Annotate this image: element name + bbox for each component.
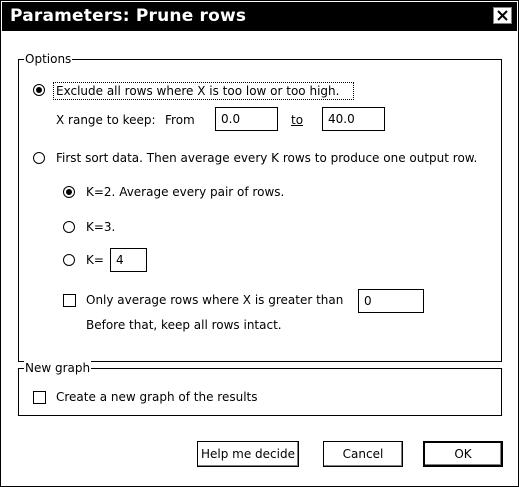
new-graph-group-legend: New graph <box>24 361 92 375</box>
to-label: to <box>291 113 304 127</box>
from-input[interactable]: 0.0 <box>215 107 278 131</box>
close-button[interactable] <box>493 7 512 24</box>
ok-button[interactable]: OK <box>423 441 503 467</box>
only-average-checkbox[interactable] <box>63 294 76 307</box>
k2-radio[interactable] <box>63 186 75 198</box>
dialog-title: Parameters: Prune rows <box>10 6 247 26</box>
ok-label: OK <box>454 447 472 461</box>
prune-rows-dialog: Parameters: Prune rows Options Exclude a… <box>0 0 519 487</box>
x-range-label: X range to keep: <box>56 113 156 127</box>
only-average-input[interactable]: 0 <box>358 289 424 313</box>
create-graph-label[interactable]: Create a new graph of the results <box>56 389 258 405</box>
from-label: From <box>165 113 195 127</box>
only-average-note: Before that, keep all rows intact. <box>86 318 282 332</box>
k3-radio[interactable] <box>63 221 75 233</box>
exclude-rows-label[interactable]: Exclude all rows where X is too low or t… <box>56 83 339 99</box>
cancel-button[interactable]: Cancel <box>323 441 403 467</box>
options-group-legend: Options <box>24 52 73 66</box>
average-rows-radio[interactable] <box>33 152 45 164</box>
k2-label[interactable]: K=2. Average every pair of rows. <box>86 184 284 200</box>
k-custom-label[interactable]: K= <box>86 252 104 268</box>
close-icon <box>497 10 508 21</box>
k-custom-radio[interactable] <box>63 254 75 266</box>
help-me-decide-label: Help me decide <box>201 447 295 461</box>
title-bar[interactable]: Parameters: Prune rows <box>2 2 517 31</box>
k-custom-input[interactable]: 4 <box>110 248 147 272</box>
cancel-label: Cancel <box>342 447 384 461</box>
create-graph-checkbox[interactable] <box>33 391 46 404</box>
only-average-label[interactable]: Only average rows where X is greater tha… <box>86 292 343 308</box>
k3-label[interactable]: K=3. <box>86 219 115 235</box>
help-me-decide-button[interactable]: Help me decide <box>197 441 299 467</box>
dialog-body: Options Exclude all rows where X is too … <box>2 31 517 486</box>
average-rows-label[interactable]: First sort data. Then average every K ro… <box>56 150 477 166</box>
to-input[interactable]: 40.0 <box>322 107 385 131</box>
exclude-rows-radio[interactable] <box>33 84 45 96</box>
